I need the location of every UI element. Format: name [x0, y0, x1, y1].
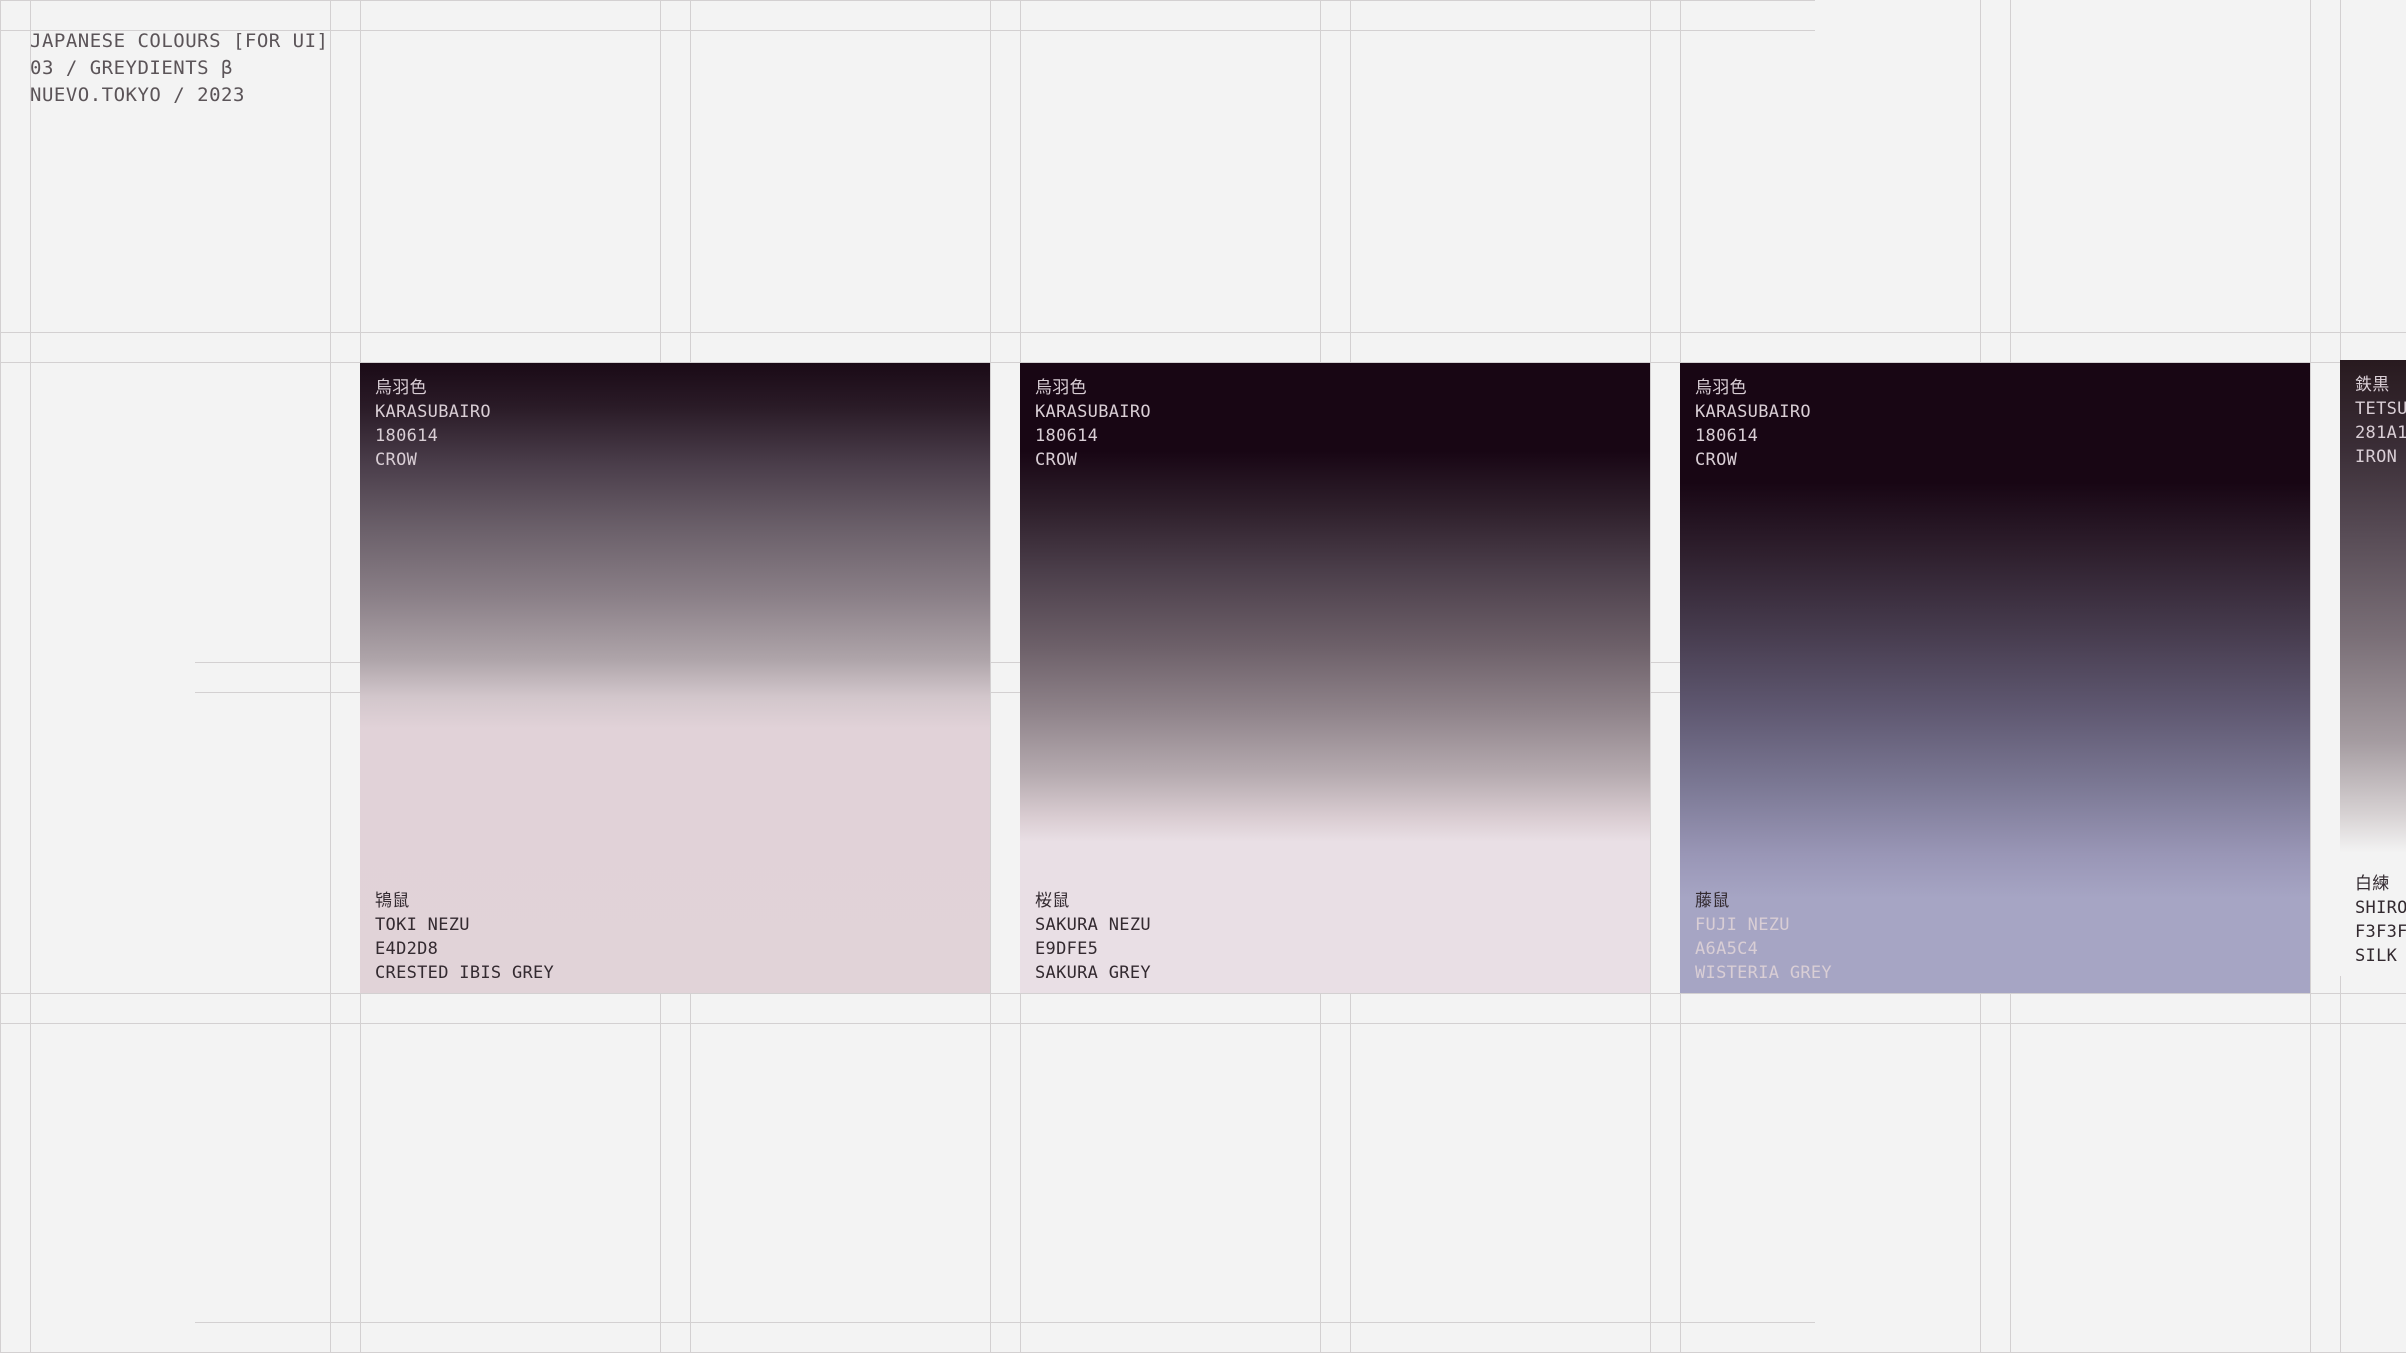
gradient-swatch-fuji-nezu: 烏羽色 KARASUBAIRO 180614 CROW 藤鼠 FUJI NEZU…: [1680, 363, 2310, 993]
bottom-color-hex: A6A5C4: [1695, 939, 1759, 959]
bottom-color-english: WISTERIA GREY: [1695, 963, 1832, 983]
top-color-hex: 180614: [1035, 426, 1099, 446]
swatch-bottom-label: 白練 SHIRO F3F3F SILK: [2355, 872, 2406, 968]
header-subtitle: 03 / GREYDIENTS β: [30, 57, 233, 79]
bottom-color-kanji: 白練: [2355, 874, 2390, 894]
bottom-color-hex: E4D2D8: [375, 939, 439, 959]
bottom-color-name: FUJI NEZU: [1695, 915, 1790, 935]
top-color-english: IRON: [2355, 447, 2398, 467]
top-color-kanji: 烏羽色: [1695, 378, 1747, 398]
swatch-top-label: 鉄黒 TETSU 281A1 IRON: [2355, 373, 2406, 469]
gradient-swatch-sakura-nezu: 烏羽色 KARASUBAIRO 180614 CROW 桜鼠 SAKURA NE…: [1020, 363, 1650, 993]
bottom-color-kanji: 藤鼠: [1695, 891, 1730, 911]
header: JAPANESE COLOURS [FOR UI] 03 / GREYDIENT…: [30, 28, 328, 109]
swatch-bottom-label: 藤鼠 FUJI NEZU A6A5C4 WISTERIA GREY: [1695, 889, 1832, 985]
grid-line: [1650, 0, 1651, 1353]
grid-line: [990, 0, 991, 1353]
bottom-color-english: SAKURA GREY: [1035, 963, 1151, 983]
gradient-swatch-toki-nezu: 烏羽色 KARASUBAIRO 180614 CROW 鴇鼠 TOKI NEZU…: [360, 363, 990, 993]
grid-line: [0, 0, 1815, 1]
bottom-color-english: CRESTED IBIS GREY: [375, 963, 555, 983]
grid-line: [0, 332, 2406, 333]
bottom-color-hex: E9DFE5: [1035, 939, 1099, 959]
swatch-bottom-label: 桜鼠 SAKURA NEZU E9DFE5 SAKURA GREY: [1035, 889, 1151, 985]
top-color-name: KARASUBAIRO: [1695, 402, 1811, 422]
bottom-color-name: SAKURA NEZU: [1035, 915, 1151, 935]
grid-line: [30, 0, 31, 1353]
top-color-english: CROW: [1035, 450, 1078, 470]
grid-line: [0, 0, 1, 1353]
bottom-color-kanji: 鴇鼠: [375, 891, 410, 911]
swatch-top-label: 烏羽色 KARASUBAIRO 180614 CROW: [375, 376, 491, 472]
grid-line: [0, 1023, 2406, 1024]
header-title: JAPANESE COLOURS [FOR UI]: [30, 30, 329, 52]
top-color-kanji: 烏羽色: [1035, 378, 1087, 398]
top-color-hex: 180614: [375, 426, 439, 446]
top-color-name: KARASUBAIRO: [1035, 402, 1151, 422]
bottom-color-english: SILK: [2355, 946, 2398, 966]
bottom-color-name: SHIRO: [2355, 898, 2406, 918]
grid-line: [330, 0, 331, 1353]
bottom-color-hex: F3F3F: [2355, 922, 2406, 942]
swatch-bottom-label: 鴇鼠 TOKI NEZU E4D2D8 CRESTED IBIS GREY: [375, 889, 554, 985]
grid-line: [195, 1322, 1815, 1323]
top-color-kanji: 烏羽色: [375, 378, 427, 398]
top-color-english: CROW: [1695, 450, 1738, 470]
top-color-name: KARASUBAIRO: [375, 402, 491, 422]
grid-line: [0, 993, 2406, 994]
grid-line: [2310, 0, 2311, 1353]
swatch-top-label: 烏羽色 KARASUBAIRO 180614 CROW: [1695, 376, 1811, 472]
top-color-name: TETSU: [2355, 399, 2406, 419]
swatch-top-label: 烏羽色 KARASUBAIRO 180614 CROW: [1035, 376, 1151, 472]
top-color-hex: 180614: [1695, 426, 1759, 446]
bottom-color-name: TOKI NEZU: [375, 915, 470, 935]
header-credit: NUEVO.TOKYO / 2023: [30, 84, 245, 106]
top-color-english: CROW: [375, 450, 418, 470]
gradient-swatch-shiro: 鉄黒 TETSU 281A1 IRON 白練 SHIRO F3F3F SILK: [2340, 360, 2406, 976]
top-color-kanji: 鉄黒: [2355, 375, 2390, 395]
top-color-hex: 281A1: [2355, 423, 2406, 443]
bottom-color-kanji: 桜鼠: [1035, 891, 1070, 911]
canvas: JAPANESE COLOURS [FOR UI] 03 / GREYDIENT…: [0, 0, 2406, 1353]
